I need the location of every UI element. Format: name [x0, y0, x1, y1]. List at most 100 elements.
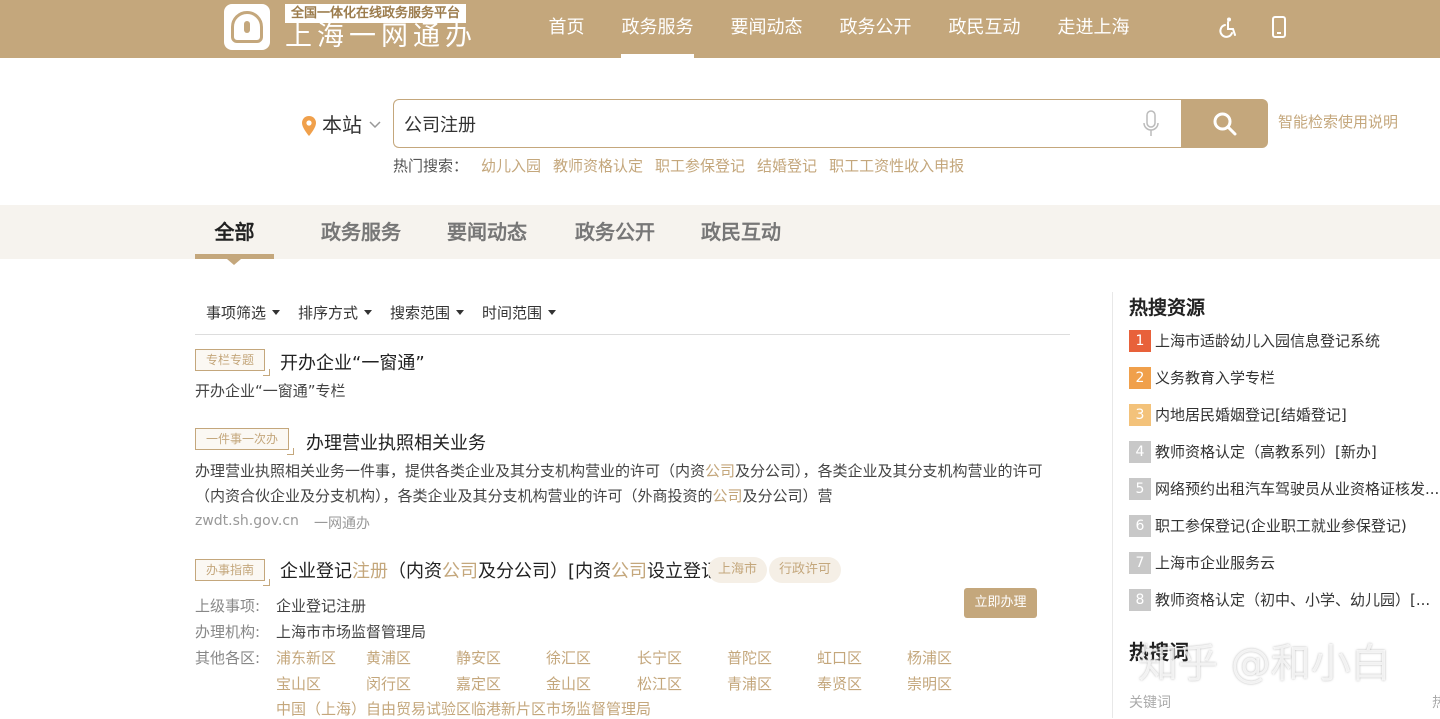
- rank-badge: 3: [1129, 404, 1151, 426]
- search-input[interactable]: [404, 110, 1124, 138]
- apply-now-button[interactable]: 立即办理: [964, 588, 1037, 618]
- result-description-line: 办理营业执照相关业务一件事，提供各类企业及其分支机构营业的许可（内资公司及分公司…: [195, 462, 1043, 480]
- search-help-link[interactable]: 智能检索使用说明: [1278, 111, 1398, 132]
- search-icon: [1213, 112, 1237, 136]
- result-title[interactable]: 企业登记注册（内资公司及分公司）[内资公司设立登记]: [280, 557, 726, 583]
- filter-sort[interactable]: 排序方式: [298, 302, 373, 323]
- district-link[interactable]: 长宁区: [637, 647, 682, 668]
- district-link[interactable]: 闵行区: [366, 673, 411, 694]
- search-scope-select[interactable]: 本站: [322, 112, 362, 138]
- result-title[interactable]: 办理营业执照相关业务: [306, 429, 486, 455]
- chevron-down-icon[interactable]: [369, 118, 381, 130]
- caret-down-icon: [548, 310, 557, 315]
- filter-bar: 事项筛选 排序方式 搜索范围 时间范围: [206, 302, 557, 323]
- main-nav: 首页 政务服务 要闻动态 政务公开 政民互动 走进上海: [530, 0, 1148, 58]
- hot-resource-label: 教师资格认定（初中、小学、幼儿园）[...: [1155, 591, 1431, 609]
- site-logo-icon[interactable]: [224, 4, 270, 50]
- district-link[interactable]: 虹口区: [817, 647, 862, 668]
- district-link[interactable]: 青浦区: [727, 673, 772, 694]
- tab-all[interactable]: 全部: [195, 205, 274, 259]
- top-header: 全国一体化在线政务服务平台 上海一网通办 首页 政务服务 要闻动态 政务公开 政…: [0, 0, 1440, 58]
- parent-item-label: 上级事项:: [195, 597, 261, 615]
- result-description: 开办企业“一窗通”专栏: [195, 382, 346, 400]
- agency-value: 上海市市场监督管理局: [276, 623, 427, 641]
- heat-column-header: 热: [1432, 695, 1440, 711]
- district-link[interactable]: 徐汇区: [546, 647, 591, 668]
- tab-interaction[interactable]: 政民互动: [692, 205, 790, 259]
- hot-resources-title: 热搜资源: [1129, 297, 1206, 319]
- district-link[interactable]: 浦东新区: [276, 647, 336, 668]
- parent-item-value: 企业登记注册: [276, 597, 367, 615]
- district-link[interactable]: 静安区: [456, 647, 501, 668]
- filter-scope[interactable]: 搜索范围: [390, 302, 465, 323]
- district-link[interactable]: 崇明区: [907, 673, 952, 694]
- rank-badge: 1: [1129, 330, 1151, 352]
- accessibility-icon[interactable]: [1217, 16, 1239, 38]
- result-title[interactable]: 开办企业“一窗通”: [280, 349, 425, 375]
- microphone-icon[interactable]: [1142, 110, 1160, 138]
- district-link[interactable]: 宝山区: [276, 673, 321, 694]
- mobile-phone-icon[interactable]: [1268, 16, 1290, 38]
- hot-resource-label: 上海市企业服务云: [1155, 554, 1276, 572]
- filter-time[interactable]: 时间范围: [482, 302, 557, 323]
- caret-down-icon: [456, 310, 465, 315]
- filter-label: 时间范围: [482, 304, 543, 322]
- search-button[interactable]: [1181, 99, 1268, 148]
- region-badge: 上海市: [708, 557, 768, 583]
- search-box: [393, 99, 1183, 148]
- nav-about-shanghai[interactable]: 走进上海: [1039, 0, 1148, 58]
- filter-label: 搜索范围: [390, 304, 451, 322]
- district-link[interactable]: 中国（上海）自由贸易试验区临港新片区市场监督管理局: [276, 698, 651, 719]
- hot-keyword[interactable]: 结婚登记: [757, 155, 817, 176]
- active-tab-caret: [227, 259, 241, 265]
- district-link[interactable]: 嘉定区: [456, 673, 501, 694]
- hot-keyword[interactable]: 职工参保登记: [655, 155, 745, 176]
- hot-keyword[interactable]: 职工工资性收入申报: [829, 155, 964, 176]
- tab-gov-affairs[interactable]: 政务公开: [566, 205, 664, 259]
- location-pin-icon[interactable]: [302, 116, 316, 136]
- nav-home[interactable]: 首页: [530, 0, 603, 58]
- hot-resource-label: 内地居民婚姻登记[结婚登记]: [1155, 406, 1347, 424]
- result-source: 一网通办: [314, 516, 370, 532]
- result-description-line: （内资合伙企业及分支机构），各类企业及其分支机构营业的许可（外商投资的公司及分公…: [195, 487, 833, 505]
- caret-down-icon: [272, 310, 281, 315]
- hot-keyword[interactable]: 教师资格认定: [553, 155, 643, 176]
- nav-news[interactable]: 要闻动态: [712, 0, 821, 58]
- hot-resource-label: 义务教育入学专栏: [1155, 369, 1276, 387]
- rank-badge: 7: [1129, 552, 1151, 574]
- logo-title[interactable]: 上海一网通办: [285, 22, 477, 52]
- districts-label: 其他各区:: [195, 649, 261, 667]
- highlight: 公司: [712, 487, 743, 505]
- tab-news[interactable]: 要闻动态: [438, 205, 536, 259]
- result-tag: 专栏专题: [195, 349, 271, 376]
- nav-gov-services[interactable]: 政务服务: [603, 0, 712, 58]
- hot-keyword[interactable]: 幼儿入园: [481, 155, 541, 176]
- filter-label: 事项筛选: [206, 304, 267, 322]
- district-link[interactable]: 黄浦区: [366, 647, 411, 668]
- watermark: 知乎 @和小白: [1138, 641, 1391, 687]
- filter-divider: [195, 334, 1070, 335]
- nav-gov-affairs[interactable]: 政务公开: [821, 0, 930, 58]
- rank-badge: 2: [1129, 367, 1151, 389]
- keyword-column-header: 关键词: [1129, 695, 1171, 711]
- hot-resource-label: 职工参保登记(企业职工就业参保登记): [1155, 517, 1407, 535]
- hot-resource-label: 上海市适龄幼儿入园信息登记系统: [1155, 332, 1381, 350]
- district-link[interactable]: 杨浦区: [907, 647, 952, 668]
- district-link[interactable]: 奉贤区: [817, 673, 862, 694]
- caret-down-icon: [364, 310, 373, 315]
- rank-badge: 5: [1129, 478, 1151, 500]
- hot-resource-label: 网络预约出租汽车驾驶员从业资格证核发...: [1155, 480, 1440, 498]
- district-link[interactable]: 松江区: [637, 673, 682, 694]
- district-link[interactable]: 金山区: [546, 673, 591, 694]
- tab-gov-services[interactable]: 政务服务: [312, 205, 410, 259]
- hot-search-label: 热门搜索：: [393, 157, 469, 175]
- rank-badge: 6: [1129, 515, 1151, 537]
- filter-item-type[interactable]: 事项筛选: [206, 302, 281, 323]
- district-link[interactable]: 普陀区: [727, 647, 772, 668]
- sidebar-divider: [1112, 292, 1113, 718]
- result-tabs: 全部 政务服务 要闻动态 政务公开 政民互动: [0, 205, 1440, 259]
- result-tag: 办事指南: [195, 559, 271, 586]
- nav-interaction[interactable]: 政民互动: [930, 0, 1039, 58]
- hot-search-list: 幼儿入园 教师资格认定 职工参保登记 结婚登记 职工工资性收入申报: [481, 155, 964, 176]
- highlight: 公司: [705, 462, 736, 480]
